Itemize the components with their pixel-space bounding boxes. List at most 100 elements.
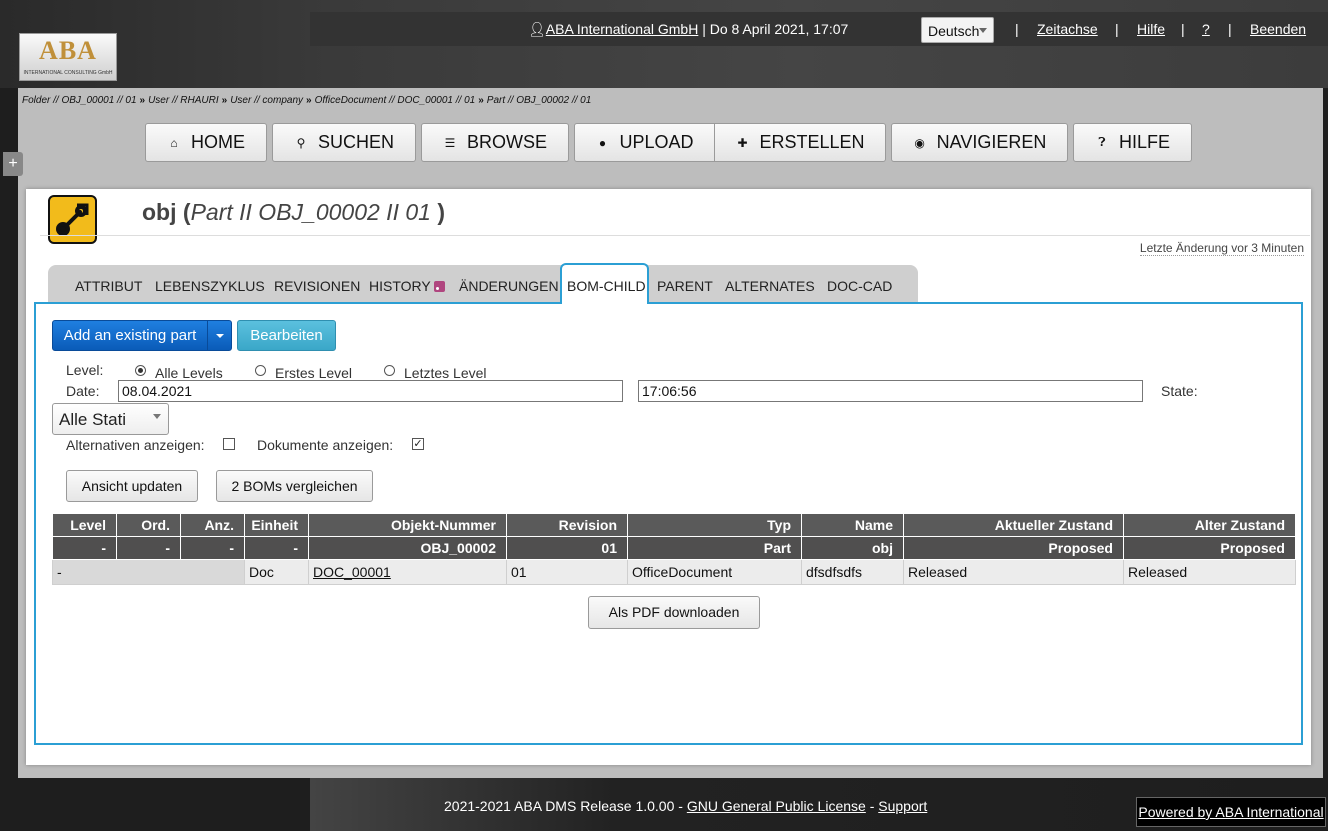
tab-parent[interactable]: PARENT	[657, 278, 713, 294]
level-option-all[interactable]: Alle Levels	[155, 365, 223, 381]
state-select-value: Alle Stati	[59, 410, 127, 429]
tab-attribut[interactable]: ATTRIBUT	[75, 278, 142, 294]
column-header-current-state[interactable]: Aktueller Zustand	[903, 513, 1124, 537]
summary-cell: -	[244, 536, 309, 560]
breadcrumb-separator: »	[478, 95, 484, 106]
logout-link[interactable]: Beenden	[1250, 21, 1306, 37]
table-row: - Doc DOC_00001 01 OfficeDocument dfsdfs…	[52, 559, 1296, 585]
compare-boms-button[interactable]: 2 BOMs vergleichen	[216, 470, 373, 502]
upload-button[interactable]: ● UPLOAD	[574, 123, 715, 162]
column-header-old-state[interactable]: Alter Zustand	[1123, 513, 1296, 537]
level-radio-last[interactable]	[384, 365, 395, 376]
list-icon: ☰	[444, 135, 456, 150]
summary-cell: -	[116, 536, 181, 560]
tab-revisionen[interactable]: REVISIONEN	[274, 278, 360, 294]
help-label: HILFE	[1118, 132, 1170, 152]
alternatives-checkbox[interactable]	[223, 438, 235, 450]
separator: |	[702, 21, 706, 37]
row-object-number: DOC_00001	[308, 559, 507, 585]
column-header-quantity[interactable]: Anz.	[180, 513, 245, 537]
create-label: ERSTELLEN	[759, 132, 865, 152]
summary-cell: obj	[801, 536, 904, 560]
breadcrumb-item[interactable]: User // RHAURI	[148, 95, 219, 106]
breadcrumb-item[interactable]: Part // OBJ_00002 // 01	[487, 95, 592, 106]
row-name: dfsdfsdfs	[801, 559, 904, 585]
navigate-button[interactable]: ◉ NAVIGIEREN	[891, 123, 1068, 162]
page-title: obj (Part II OBJ_00002 II 01 )	[142, 199, 445, 226]
download-pdf-button[interactable]: Als PDF downloaden	[588, 596, 760, 629]
license-link[interactable]: GNU General Public License	[687, 798, 866, 814]
level-radio-first[interactable]	[255, 365, 266, 376]
support-link[interactable]: Support	[878, 798, 927, 814]
tab-alternates[interactable]: ALTERNATES	[725, 278, 815, 294]
level-option-first[interactable]: Erstes Level	[275, 365, 352, 381]
date-input[interactable]: 08.04.2021	[118, 380, 623, 402]
help-link[interactable]: Hilfe	[1137, 21, 1165, 37]
summary-cell: -	[52, 536, 117, 560]
state-label: State:	[1161, 383, 1198, 399]
column-header-order[interactable]: Ord.	[116, 513, 181, 537]
column-header-object-number[interactable]: Objekt-Nummer	[308, 513, 507, 537]
summary-cell: OBJ_00002	[308, 536, 507, 560]
edit-button[interactable]: Bearbeiten	[237, 320, 336, 351]
paren-open: (	[182, 199, 191, 225]
upload-icon: ●	[598, 135, 607, 150]
sidebar-toggle-button[interactable]: +	[3, 152, 23, 176]
create-button[interactable]: ✚ ERSTELLEN	[714, 123, 886, 162]
column-header-revision[interactable]: Revision	[506, 513, 628, 537]
column-header-level[interactable]: Level	[52, 513, 117, 537]
documents-checkbox[interactable]: ✓	[412, 438, 424, 450]
update-view-button[interactable]: Ansicht updaten	[66, 470, 198, 502]
breadcrumb-item[interactable]: OfficeDocument // DOC_00001 // 01	[315, 95, 476, 106]
last-change-info[interactable]: Letzte Änderung vor 3 Minuten	[1139, 241, 1304, 256]
breadcrumb-item[interactable]: User // company	[230, 95, 303, 106]
row-current-state: Released	[903, 559, 1124, 585]
level-option-last[interactable]: Letztes Level	[404, 365, 487, 381]
logo-subtext: INTERNATIONAL CONSULTING GmbH	[23, 70, 113, 76]
language-select[interactable]: Deutsch	[921, 17, 994, 43]
separator: |	[1228, 21, 1232, 37]
add-existing-part-button[interactable]: Add an existing part	[52, 320, 208, 351]
breadcrumb-separator: »	[221, 95, 228, 106]
question-icon: ❓︎	[1098, 135, 1106, 149]
tab-doc-cad[interactable]: DOC-CAD	[827, 278, 892, 294]
browse-button[interactable]: ☰ BROWSE	[421, 123, 569, 162]
summary-cell: Proposed	[903, 536, 1124, 560]
company-logo[interactable]: ABA INTERNATIONAL CONSULTING GmbH	[19, 33, 117, 81]
bom-table: Level Ord. Anz. Einheit Objekt-Nummer Re…	[52, 513, 1296, 585]
current-datetime: Do 8 April 2021, 17:07	[709, 21, 849, 37]
home-button[interactable]: ⌂ HOME	[145, 123, 267, 162]
footer-text: 2021-2021 ABA DMS Release 1.0.00 - GNU G…	[444, 798, 927, 814]
tab-history[interactable]: HISTORY	[369, 278, 445, 294]
row-level: -	[52, 559, 245, 585]
powered-by-link[interactable]: Powered by ABA International	[1136, 797, 1326, 827]
column-header-name[interactable]: Name	[801, 513, 904, 537]
divider	[40, 235, 1310, 236]
time-input[interactable]: 17:06:56	[638, 380, 1143, 402]
question-link[interactable]: ?	[1202, 21, 1210, 37]
tab-bom-child[interactable]: BOM-CHILD	[567, 278, 646, 294]
paren-close: )	[437, 199, 445, 225]
help-button[interactable]: ❓︎ HILFE	[1073, 123, 1192, 162]
separator: |	[1115, 21, 1119, 37]
timeline-link[interactable]: Zeitachse	[1037, 21, 1098, 37]
user-company-link[interactable]: ABA International GmbH	[546, 21, 699, 37]
navigate-label: NAVIGIEREN	[936, 132, 1047, 152]
summary-cell: 01	[506, 536, 628, 560]
column-header-type[interactable]: Typ	[627, 513, 802, 537]
tab-lebenszyklus[interactable]: LEBENSZYKLUS	[155, 278, 265, 294]
breadcrumb-item[interactable]: Folder // OBJ_00001 // 01	[22, 95, 137, 106]
separator: |	[1015, 21, 1019, 37]
rss-icon[interactable]	[433, 281, 445, 292]
search-button[interactable]: ⚲ SUCHEN	[272, 123, 416, 162]
summary-cell: Part	[627, 536, 802, 560]
row-type: OfficeDocument	[627, 559, 802, 585]
upload-label: UPLOAD	[619, 132, 694, 152]
plus-icon: ✚	[737, 135, 748, 150]
tab-aenderungen[interactable]: ÄNDERUNGEN	[459, 278, 559, 294]
state-select[interactable]: Alle Stati	[52, 403, 169, 435]
level-radio-all[interactable]	[135, 365, 146, 376]
document-link[interactable]: DOC_00001	[313, 564, 391, 580]
add-part-dropdown-toggle[interactable]	[207, 320, 232, 351]
column-header-unit[interactable]: Einheit	[244, 513, 309, 537]
